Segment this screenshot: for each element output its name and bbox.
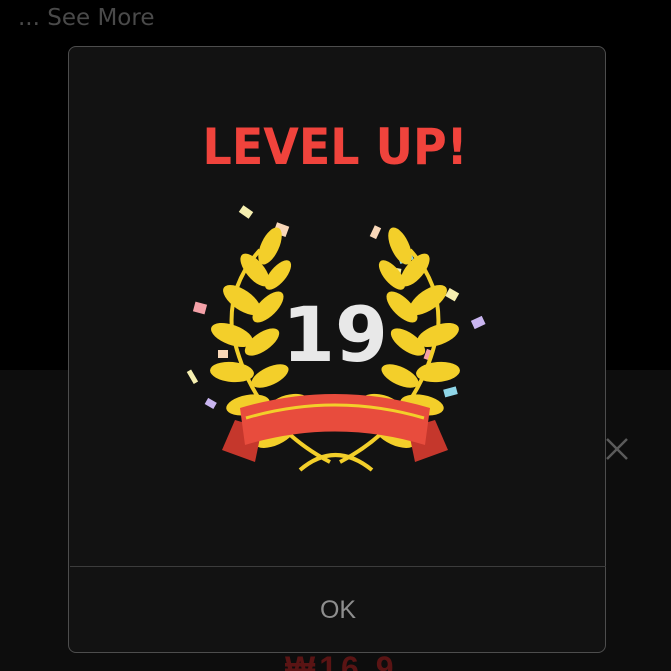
level-number: 19 (282, 290, 388, 379)
price-peek: ₩16,9 (285, 650, 398, 671)
ok-button[interactable]: OK (70, 567, 606, 653)
dialog-title: LEVEL UP! (0, 118, 671, 176)
ribbon-banner (222, 394, 448, 472)
see-more-link[interactable]: ... See More (18, 5, 154, 31)
level-up-text: LEVEL UP! (202, 118, 469, 176)
